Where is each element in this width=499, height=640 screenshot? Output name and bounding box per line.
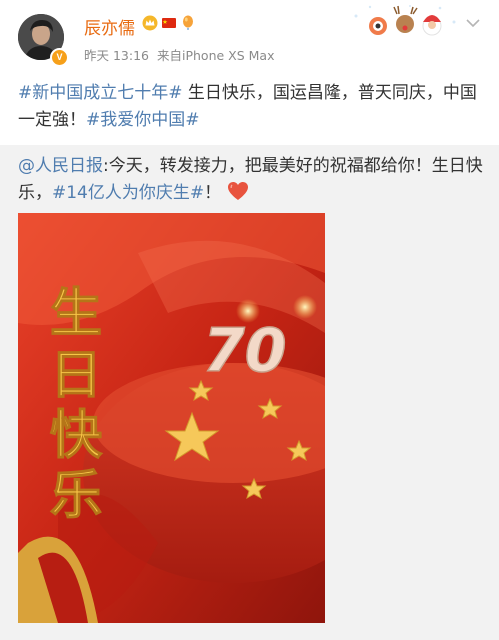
reposted-content[interactable]: @人民日报:今天，转发接力，把最美好的祝福都给你！生日快乐，#14亿人为你庆生#… bbox=[0, 145, 499, 640]
svg-text:生: 生 bbox=[50, 283, 102, 344]
hashtag-love-china[interactable]: #我爱你中国# bbox=[86, 110, 200, 130]
hashtag-70-years[interactable]: #新中国成立七十年# bbox=[18, 83, 183, 103]
user-badges bbox=[142, 15, 196, 31]
verified-badge-icon: V bbox=[50, 48, 69, 67]
repost-text: @人民日报:今天，转发接力，把最美好的祝福都给你！生日快乐，#14亿人为你庆生#… bbox=[18, 153, 488, 207]
poster-caption: 生 日 快 乐 bbox=[49, 282, 103, 526]
svg-text:乐: 乐 bbox=[50, 465, 102, 526]
heart-emoji-icon bbox=[227, 182, 248, 200]
svg-text:日: 日 bbox=[50, 345, 102, 406]
post-time: 昨天 13:16 bbox=[84, 48, 149, 63]
post-meta: 昨天 13:16 来自iPhone XS Max bbox=[84, 45, 278, 64]
svg-text:快: 快 bbox=[50, 405, 103, 466]
user-name[interactable]: 辰亦儒 bbox=[84, 14, 135, 39]
china-flag-icon[interactable] bbox=[161, 15, 177, 31]
christmas-decoration-icon bbox=[354, 5, 456, 36]
post-header: V 辰亦儒 昨天 13:16 来自iPhone XS Max bbox=[0, 0, 499, 72]
repost-end-text: ！ bbox=[204, 183, 222, 203]
chevron-down-icon[interactable] bbox=[464, 14, 482, 32]
mention-renminribao[interactable]: @人民日报 bbox=[18, 156, 103, 176]
poster-number-70: 70 bbox=[203, 316, 287, 386]
birthday-poster-image[interactable]: 70 生 日 快 乐 bbox=[18, 213, 325, 623]
crown-badge-icon[interactable] bbox=[142, 15, 158, 31]
post-text: #新中国成立七十年# 生日快乐，国运昌隆，普天同庆，中国一定強！#我爱你中国# bbox=[18, 80, 488, 134]
balloon-icon[interactable] bbox=[180, 15, 196, 31]
hashtag-14yi[interactable]: #14亿人为你庆生# bbox=[52, 183, 204, 203]
post-source[interactable]: 来自iPhone XS Max bbox=[157, 48, 274, 63]
